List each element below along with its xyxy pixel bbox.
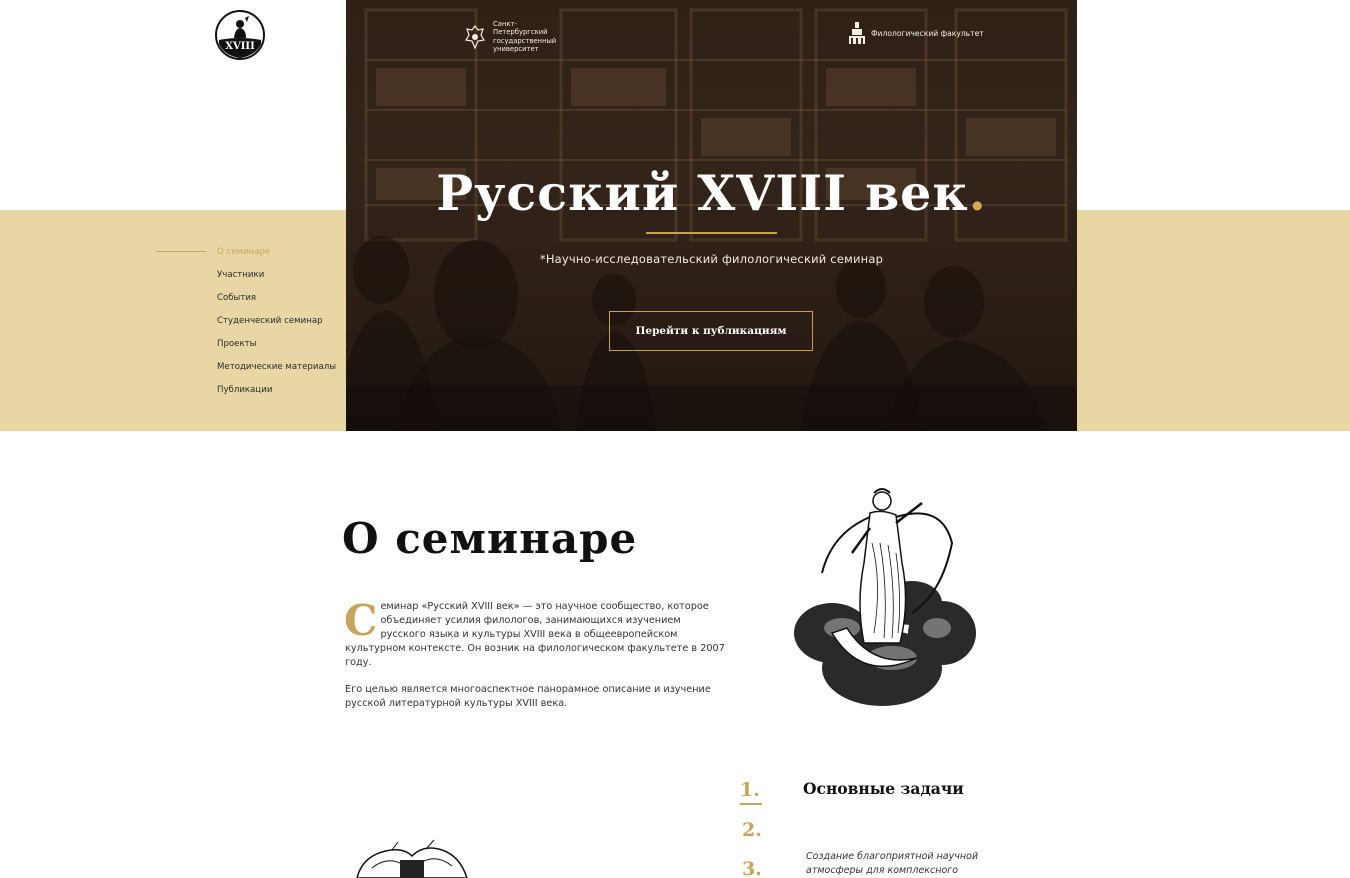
faculty-name: Филологический факультет: [871, 28, 984, 38]
hero-title-dot: .: [968, 164, 987, 222]
task-number-2[interactable]: 2.: [742, 819, 762, 841]
hero-title-text: Русский XVIII век: [436, 164, 969, 222]
nav-item-projects[interactable]: Проекты: [156, 335, 346, 358]
drop-cap-letter: С: [344, 596, 378, 645]
side-navigation: О семинаре Участники События Студенчески…: [156, 243, 346, 404]
hero-banner: Санкт-Петербургский государственный унив…: [346, 0, 1077, 431]
about-paragraph-2: Его целью является многоаспектное панора…: [345, 684, 711, 709]
heraldic-engraving-image: [356, 839, 468, 878]
about-section-title: О семинаре: [342, 514, 638, 563]
allegory-engraving-image: [794, 488, 976, 706]
spbu-brand[interactable]: Санкт-Петербургский государственный унив…: [464, 20, 563, 54]
nav-item-student-seminar[interactable]: Студенческий семинар: [156, 312, 346, 335]
spbu-crest-icon: [465, 24, 485, 50]
tasks-section-title: Основные задачи: [803, 779, 964, 798]
hero-title-underline: [646, 232, 777, 234]
about-paragraph-1-text: еминар «Русский XVIII век» — это научное…: [345, 601, 725, 668]
faculty-brand[interactable]: Филологический факультет: [848, 20, 984, 46]
nav-item-label: Студенческий семинар: [217, 316, 323, 326]
active-indicator: [156, 251, 206, 252]
about-paragraph-1: С еминар «Русский XVIII век» — это научн…: [344, 596, 725, 670]
go-to-publications-button[interactable]: Перейти к публикациям: [609, 311, 813, 351]
task-number-1[interactable]: 1.: [740, 779, 760, 801]
task-number-3[interactable]: 3.: [742, 858, 762, 878]
nav-item-materials[interactable]: Методические материалы: [156, 358, 346, 381]
task-item-text: Создание благоприятной научной атмосферы…: [806, 851, 979, 876]
hero-title: Русский XVIII век.: [346, 164, 1077, 222]
nav-item-label: Публикации: [217, 385, 273, 395]
nav-item-label: Проекты: [217, 339, 257, 349]
nav-item-label: События: [217, 293, 257, 303]
faculty-building-icon: [849, 22, 865, 44]
nav-item-publications[interactable]: Публикации: [156, 381, 346, 404]
nav-item-label: Методические материалы: [217, 362, 337, 372]
seminar-logo[interactable]: XVIII: [215, 10, 265, 60]
nav-item-label: О семинаре: [217, 247, 271, 257]
task-number-1-underline: [740, 803, 762, 805]
university-name: Санкт-Петербургский государственный унив…: [493, 20, 557, 54]
hero-subtitle: *Научно-исследовательский филологический…: [539, 252, 884, 266]
nav-item-events[interactable]: События: [156, 289, 346, 312]
nav-item-label: Участники: [217, 270, 265, 280]
nav-item-participants[interactable]: Участники: [156, 266, 346, 289]
svg-text:XVIII: XVIII: [225, 41, 255, 52]
nav-item-about[interactable]: О семинаре: [156, 243, 346, 266]
